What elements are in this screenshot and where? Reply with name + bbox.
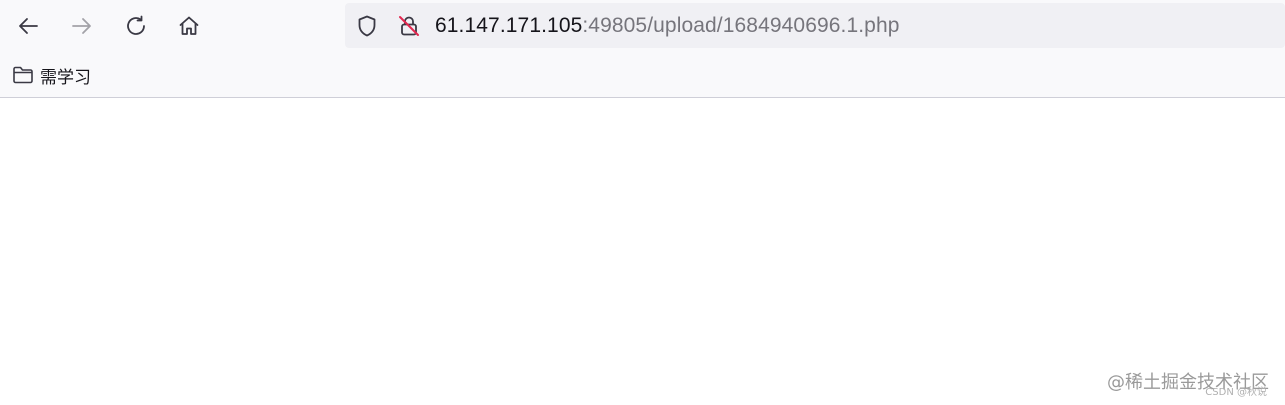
bookmark-folder[interactable]: 需学习 [8, 62, 95, 88]
address-bar[interactable]: 61.147.171.105:49805/upload/1684940696.1… [345, 3, 1285, 48]
watermark-sub: CSDN @秋说 [1205, 387, 1267, 398]
folder-icon [13, 66, 33, 84]
url-path: :49805/upload/1684940696.1.php [582, 14, 900, 37]
arrow-left-icon [19, 18, 38, 34]
bookmarks-toolbar: 需学习 [0, 52, 1285, 97]
url-text[interactable]: 61.147.171.105:49805/upload/1684940696.1… [435, 12, 900, 40]
shield-icon [358, 15, 376, 37]
arrow-right-icon [72, 18, 91, 34]
browser-chrome: 61.147.171.105:49805/upload/1684940696.1… [0, 0, 1285, 98]
insecure-lock-icon [399, 16, 419, 36]
navigation-toolbar: 61.147.171.105:49805/upload/1684940696.1… [0, 0, 1285, 52]
bookmark-folder-label: 需学习 [40, 67, 91, 88]
home-button[interactable] [171, 8, 207, 44]
site-security-button[interactable] [396, 13, 422, 39]
home-icon [179, 16, 199, 35]
reload-button[interactable] [118, 8, 154, 44]
reload-icon [127, 15, 145, 35]
url-host: 61.147.171.105 [435, 14, 583, 37]
page-content: @稀土掘金技术社区 CSDN @秋说 [0, 98, 1285, 405]
tracking-protection-button[interactable] [354, 13, 380, 39]
forward-button[interactable] [64, 8, 100, 44]
back-button[interactable] [10, 8, 46, 44]
